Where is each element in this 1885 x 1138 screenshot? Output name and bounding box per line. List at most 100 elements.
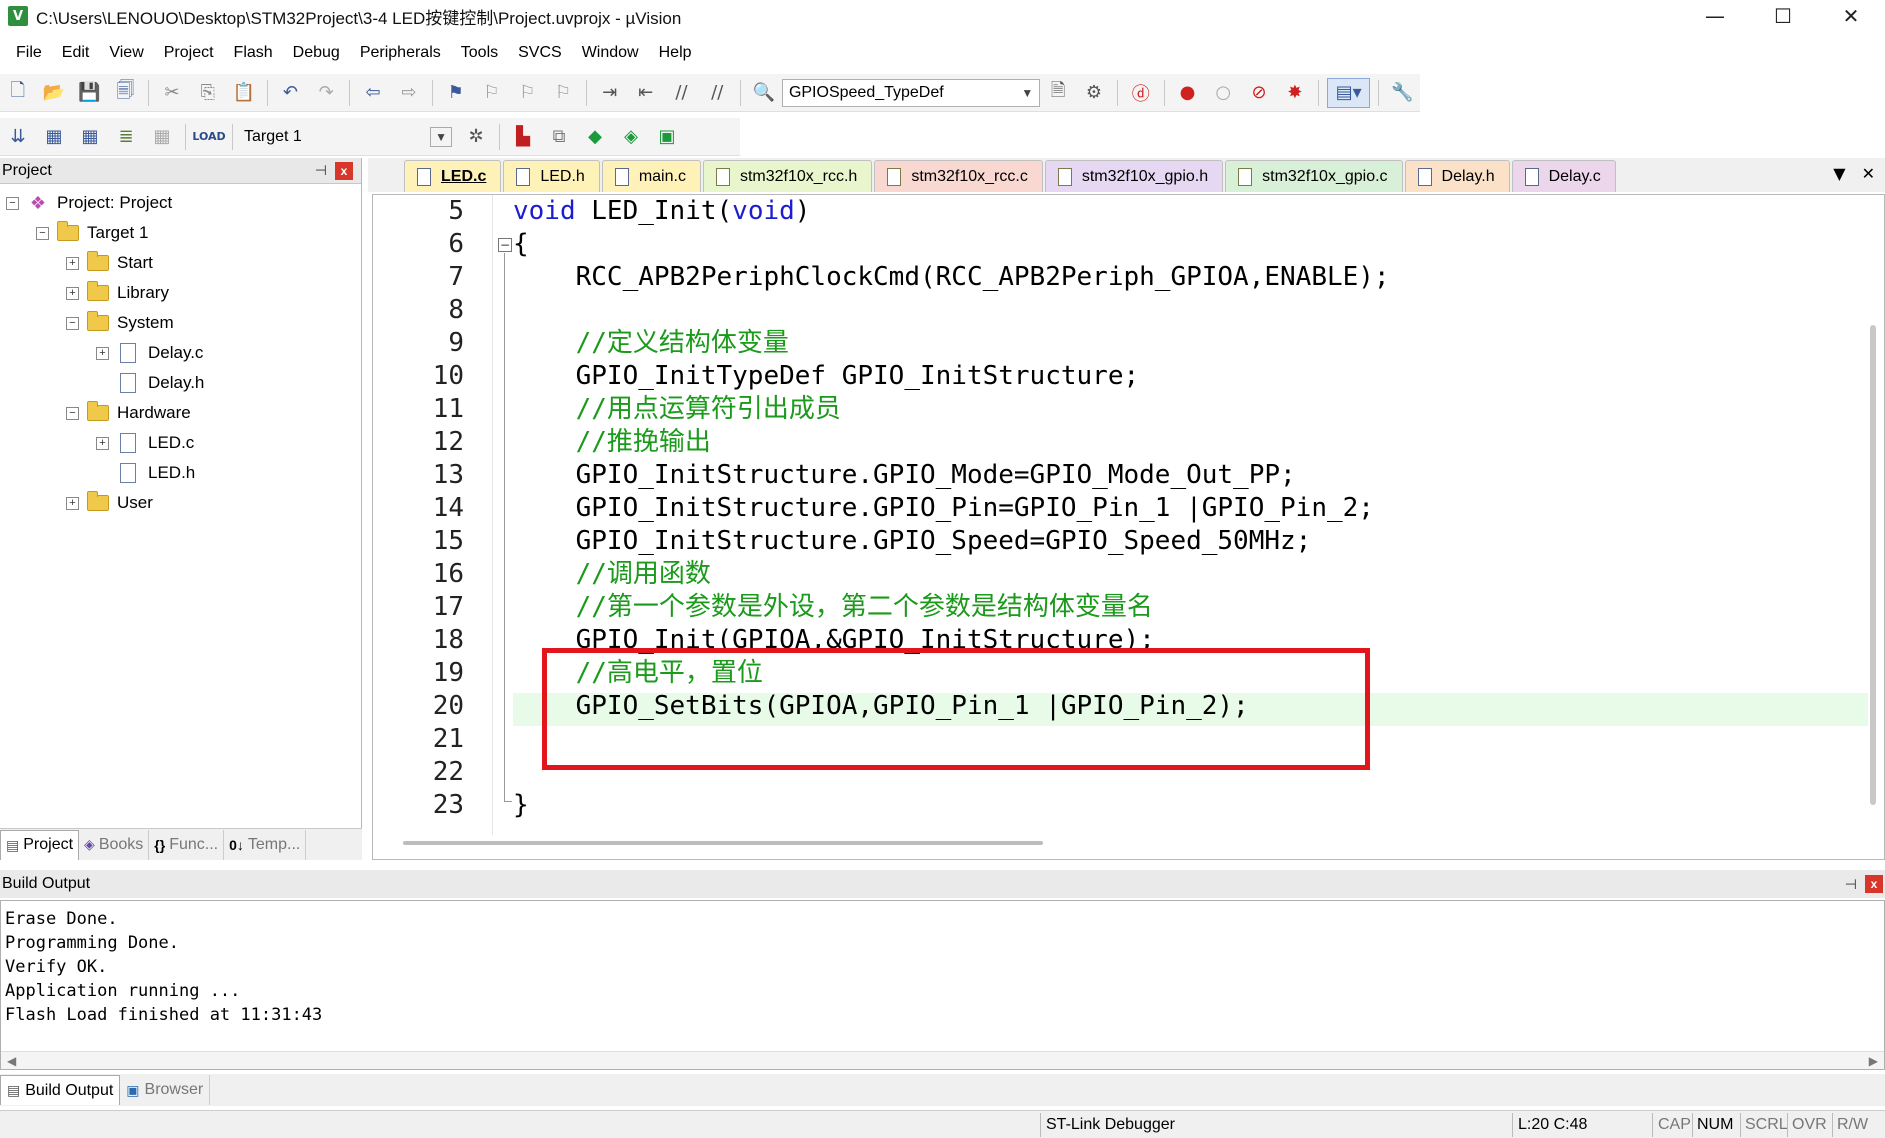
tab-build-output[interactable]: ▤ Build Output <box>0 1075 121 1105</box>
find-icon[interactable]: 🗎 <box>1043 78 1073 108</box>
build-output-horizontal-scrollbar[interactable]: ◀ ▶ <box>1 1051 1884 1069</box>
enable-breakpoint-icon[interactable]: ○ <box>1208 78 1238 108</box>
tree-item-led-h[interactable]: LED.h <box>0 458 361 488</box>
tree-item-start[interactable]: + Start <box>0 248 361 278</box>
expand-icon[interactable]: + <box>66 286 79 300</box>
pack-installer-icon[interactable]: ◈ <box>616 122 646 152</box>
tree-item-library[interactable]: + Library <box>0 278 361 308</box>
menu-window[interactable]: Window <box>572 44 649 62</box>
redo-icon[interactable]: ↷ <box>311 78 341 108</box>
close-icon[interactable]: x <box>335 161 353 180</box>
pin-icon[interactable]: ⊣ <box>315 162 327 179</box>
tab-stm32f10x-gpio-c[interactable]: stm32f10x_gpio.c <box>1225 160 1403 192</box>
menu-help[interactable]: Help <box>649 44 702 62</box>
insert-breakpoint-icon[interactable]: ● <box>1173 78 1203 108</box>
incremental-find-icon[interactable]: ⚙ <box>1079 78 1109 108</box>
menu-tools[interactable]: Tools <box>451 44 508 62</box>
select-packs-icon[interactable]: ⧉ <box>544 122 574 152</box>
tree-item-led-c[interactable]: + LED.c <box>0 428 361 458</box>
menu-peripherals[interactable]: Peripherals <box>350 44 451 62</box>
find-in-files-icon[interactable]: 🔍 <box>749 78 779 108</box>
scroll-right-icon[interactable]: ▶ <box>1869 1054 1878 1068</box>
tab-led-c[interactable]: LED.c <box>404 160 502 192</box>
menu-flash[interactable]: Flash <box>224 44 283 62</box>
tab-templates[interactable]: 0↓ Temp... <box>224 829 307 860</box>
paste-icon[interactable]: 📋 <box>229 78 259 108</box>
expand-icon[interactable]: + <box>96 346 109 360</box>
tree-item-target[interactable]: − Target 1 <box>0 218 361 248</box>
tree-item-delay-c[interactable]: + Delay.c <box>0 338 361 368</box>
menu-edit[interactable]: Edit <box>52 44 100 62</box>
prev-bookmark-icon[interactable]: ⚐ <box>477 78 507 108</box>
close-window-button[interactable]: ✕ <box>1817 0 1885 32</box>
tab-browser[interactable]: ▣ Browser <box>120 1075 211 1105</box>
tree-item-user[interactable]: + User <box>0 488 361 518</box>
close-tab-icon[interactable]: ✕ <box>1862 164 1875 183</box>
kill-breakpoints-icon[interactable]: ✸ <box>1280 78 1310 108</box>
tree-item-hardware[interactable]: − Hardware <box>0 398 361 428</box>
tab-stm32f10x-rcc-h[interactable]: stm32f10x_rcc.h <box>702 160 873 192</box>
pin-icon[interactable]: ⊣ <box>1845 876 1857 893</box>
new-file-icon[interactable]: 🗋 <box>3 78 33 108</box>
tab-list-dropdown-icon[interactable]: ▼ <box>1833 164 1845 183</box>
tab-project[interactable]: ▤ Project <box>0 829 80 860</box>
find-combo[interactable]: GPIOSpeed_TypeDef ▼ <box>781 78 1041 107</box>
collapse-icon[interactable]: − <box>36 226 49 240</box>
bookmark-icon[interactable]: ⚑ <box>441 78 471 108</box>
start-debug-icon[interactable]: ⓓ <box>1126 78 1156 108</box>
manage-project-items-icon[interactable]: ▙ <box>508 122 538 152</box>
minimize-button[interactable]: — <box>1681 0 1749 32</box>
software-packs-icon[interactable]: ▣ <box>652 122 682 152</box>
vertical-scrollbar[interactable] <box>1870 325 1876 805</box>
tab-delay-c[interactable]: Delay.c <box>1511 160 1616 192</box>
tree-item-system[interactable]: − System <box>0 308 361 338</box>
fold-toggle-icon[interactable]: − <box>498 238 512 252</box>
translate-icon[interactable]: ⇊ <box>3 122 33 152</box>
target-combo[interactable]: Target 1 ▼ <box>238 123 458 151</box>
window-layout-icon[interactable]: ▤▾ <box>1326 77 1371 108</box>
cut-icon[interactable]: ✂ <box>157 78 187 108</box>
disable-breakpoints-icon[interactable]: ⊘ <box>1244 78 1274 108</box>
menu-file[interactable]: File <box>6 44 52 62</box>
menu-project[interactable]: Project <box>154 44 224 62</box>
collapse-icon[interactable]: − <box>66 316 79 330</box>
target-options-icon[interactable]: ✲ <box>461 122 491 152</box>
download-load-icon[interactable]: LOAD <box>192 122 225 152</box>
tab-led-h[interactable]: LED.h <box>503 160 600 192</box>
batch-build-icon[interactable]: ≣ <box>111 122 141 152</box>
comment-icon[interactable]: // <box>667 78 697 108</box>
copy-icon[interactable]: ⎘ <box>193 78 223 108</box>
expand-icon[interactable]: + <box>96 436 109 450</box>
maximize-button[interactable]: ☐ <box>1749 0 1817 32</box>
stop-build-icon[interactable]: ▦ <box>147 122 177 152</box>
expand-icon[interactable]: + <box>66 496 79 510</box>
rebuild-icon[interactable]: ▦ <box>75 122 105 152</box>
close-icon[interactable]: x <box>1865 875 1883 893</box>
save-icon[interactable]: 💾 <box>75 78 105 108</box>
build-icon[interactable]: ▦ <box>39 122 69 152</box>
tab-delay-h[interactable]: Delay.h <box>1404 160 1510 192</box>
collapse-icon[interactable]: − <box>6 196 19 210</box>
collapse-icon[interactable]: − <box>66 406 79 420</box>
scroll-left-icon[interactable]: ◀ <box>7 1054 16 1068</box>
menu-view[interactable]: View <box>99 44 153 62</box>
uncomment-icon[interactable]: // <box>702 78 732 108</box>
build-output-body[interactable]: Erase Done. Programming Done. Verify OK.… <box>0 900 1885 1070</box>
tree-item-delay-h[interactable]: Delay.h <box>0 368 361 398</box>
tab-functions[interactable]: {} Func... <box>149 829 225 860</box>
unindent-icon[interactable]: ⇤ <box>631 78 661 108</box>
navigate-back-icon[interactable]: ⇦ <box>358 78 388 108</box>
horizontal-scrollbar[interactable] <box>403 841 1043 845</box>
tab-books[interactable]: ◈ Books <box>79 829 150 860</box>
indent-icon[interactable]: ⇥ <box>595 78 625 108</box>
tab-stm32f10x-gpio-h[interactable]: stm32f10x_gpio.h <box>1044 160 1224 192</box>
tab-main-c[interactable]: main.c <box>601 160 701 192</box>
next-bookmark-icon[interactable]: ⚐ <box>512 78 542 108</box>
clear-bookmarks-icon[interactable]: ⚐ <box>548 78 578 108</box>
tab-stm32f10x-rcc-c[interactable]: stm32f10x_rcc.c <box>874 160 1043 192</box>
menu-debug[interactable]: Debug <box>283 44 350 62</box>
configure-icon[interactable]: 🔧 <box>1387 78 1417 108</box>
manage-rte-icon[interactable]: ◆ <box>580 122 610 152</box>
undo-icon[interactable]: ↶ <box>276 78 306 108</box>
menu-svcs[interactable]: SVCS <box>508 44 572 62</box>
